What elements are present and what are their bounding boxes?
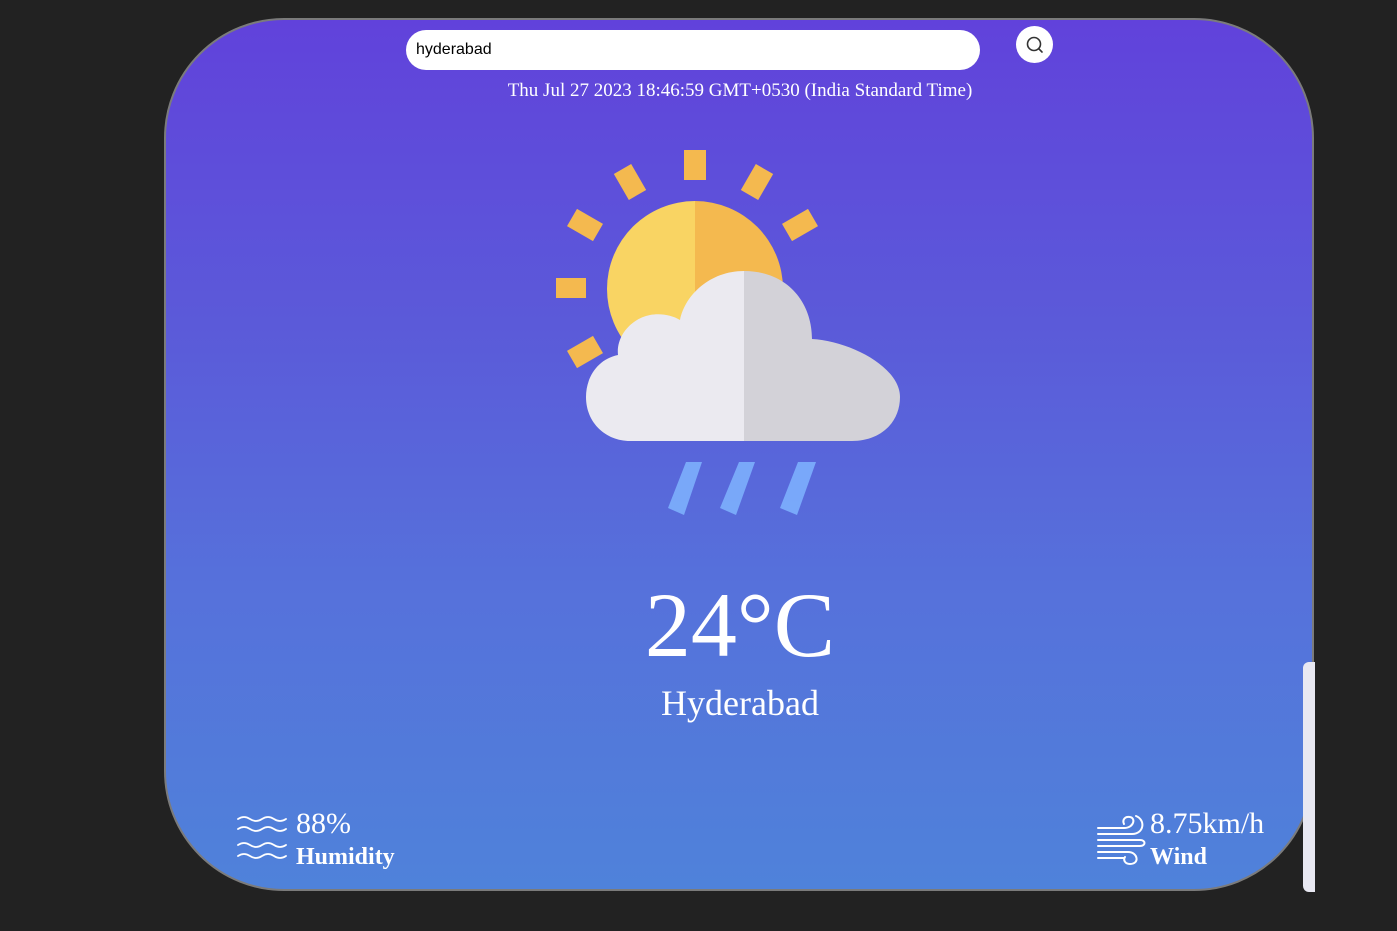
wind-speed-value: 8.75km/h	[1150, 807, 1265, 840]
search-icon	[1026, 36, 1043, 53]
cloud-right-half	[744, 271, 900, 441]
wind-icon	[1094, 814, 1150, 870]
temperature-value: 24°C	[644, 574, 836, 676]
humidity-label: Humidity	[296, 844, 395, 870]
rain-drops	[668, 462, 816, 515]
search-input[interactable]	[406, 30, 980, 70]
sun-cloud-rain-icon	[556, 150, 900, 515]
current-datetime: Thu Jul 27 2023 18:46:59 GMT+0530 (India…	[507, 80, 973, 101]
weather-condition-icon	[550, 145, 910, 529]
humidity-value: 88%	[296, 807, 351, 840]
search-button[interactable]	[1016, 26, 1053, 63]
city-name: Hyderabad	[661, 683, 819, 723]
humidity-waves-icon	[236, 815, 288, 867]
wind-label: Wind	[1150, 844, 1207, 870]
scrollbar[interactable]	[1303, 662, 1315, 892]
